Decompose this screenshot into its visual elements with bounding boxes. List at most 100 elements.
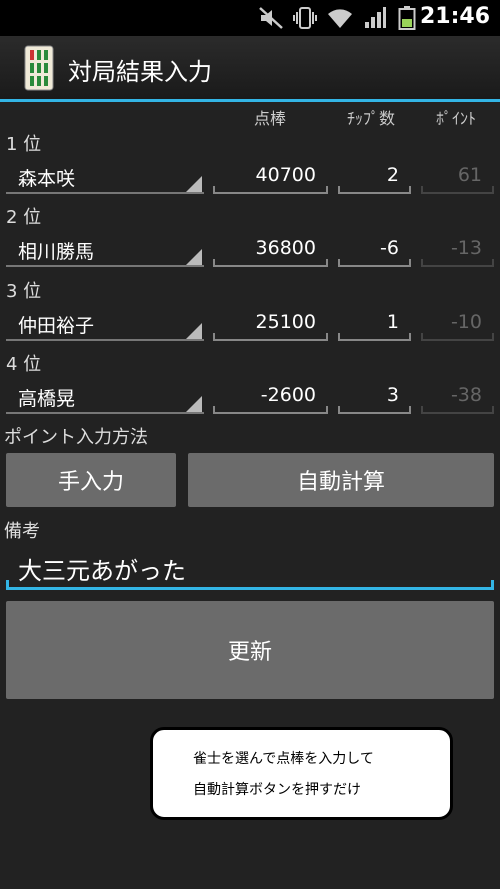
field-edge xyxy=(421,406,423,414)
score-input: -38 xyxy=(421,378,494,414)
field-underline xyxy=(213,412,328,414)
chips-value: 1 xyxy=(386,311,399,333)
rank-label: 3 位 xyxy=(6,281,42,302)
spinner-arrow-icon xyxy=(186,323,202,339)
rank-label: 1 位 xyxy=(6,134,42,155)
field-edge xyxy=(326,406,328,414)
points-input[interactable]: 40700 xyxy=(213,158,328,194)
chips-input[interactable]: 1 xyxy=(338,305,411,341)
update-button[interactable]: 更新 xyxy=(6,601,494,699)
wifi-icon xyxy=(328,9,352,28)
field-underline xyxy=(213,192,328,194)
player-select[interactable]: 高橋晃 xyxy=(6,378,204,414)
column-header-points: 点棒 xyxy=(254,109,287,128)
remarks-value: 大三元あがった xyxy=(18,557,186,585)
field-edge xyxy=(338,406,340,414)
point-method-label: ポイント入力方法 xyxy=(4,427,148,448)
balloon-line: 雀士を選んで点棒を入力して xyxy=(193,751,374,767)
speech-balloon: 雀士を選んで点棒を入力して 自動計算ボタンを押すだけ xyxy=(150,727,453,820)
field-edge xyxy=(409,333,411,341)
remarks-input[interactable]: 大三元あがった xyxy=(6,545,494,590)
score-value: 61 xyxy=(457,164,482,186)
points-value: 25100 xyxy=(255,311,316,333)
points-value: 40700 xyxy=(255,164,316,186)
field-edge xyxy=(409,259,411,267)
field-underline xyxy=(6,587,494,590)
field-edge xyxy=(492,186,494,194)
player-name: 森本咲 xyxy=(18,168,76,190)
field-underline xyxy=(213,339,328,341)
points-input[interactable]: 36800 xyxy=(213,231,328,267)
player-select[interactable]: 相川勝馬 xyxy=(6,231,204,267)
field-edge xyxy=(421,333,423,341)
field-underline xyxy=(6,412,204,414)
chips-value: -6 xyxy=(380,237,399,259)
field-edge xyxy=(6,580,9,590)
rank-label: 2 位 xyxy=(6,207,42,228)
player-select[interactable]: 森本咲 xyxy=(6,158,204,194)
balloon-line: 自動計算ボタンを押すだけ xyxy=(193,782,361,798)
field-edge xyxy=(326,259,328,267)
score-value: -13 xyxy=(450,237,482,259)
field-underline xyxy=(6,265,204,267)
chips-value: 3 xyxy=(386,384,399,406)
field-edge xyxy=(409,406,411,414)
rank-label: 4 位 xyxy=(6,354,42,375)
field-edge xyxy=(338,333,340,341)
field-edge xyxy=(409,186,411,194)
player-select[interactable]: 仲田裕子 xyxy=(6,305,204,341)
player-name: 高橋晃 xyxy=(18,388,76,410)
field-edge xyxy=(213,259,215,267)
field-edge xyxy=(421,259,423,267)
field-edge xyxy=(213,186,215,194)
field-underline xyxy=(421,265,494,267)
field-edge xyxy=(213,406,215,414)
field-underline xyxy=(338,192,411,194)
page-title: 対局結果入力 xyxy=(68,58,212,86)
field-underline xyxy=(338,265,411,267)
field-underline xyxy=(421,339,494,341)
column-header-score: ﾎﾟｲﾝﾄ xyxy=(436,109,477,128)
field-edge xyxy=(421,186,423,194)
manual-input-button[interactable]: 手入力 xyxy=(6,453,176,507)
field-underline xyxy=(421,192,494,194)
field-underline xyxy=(421,412,494,414)
field-edge xyxy=(492,406,494,414)
column-header-chips: ﾁｯﾌﾟ数 xyxy=(347,109,396,128)
battery-icon xyxy=(398,6,416,30)
mute-icon xyxy=(259,7,283,29)
status-bar: 21:46 xyxy=(0,0,500,36)
points-input[interactable]: 25100 xyxy=(213,305,328,341)
chips-value: 2 xyxy=(386,164,399,186)
points-value: 36800 xyxy=(255,237,316,259)
chips-input[interactable]: -6 xyxy=(338,231,411,267)
score-value: -10 xyxy=(450,311,482,333)
player-name: 仲田裕子 xyxy=(18,315,95,337)
points-input[interactable]: -2600 xyxy=(213,378,328,414)
vibrate-icon xyxy=(293,7,317,29)
mahjong-tile-icon xyxy=(24,45,54,91)
chips-input[interactable]: 2 xyxy=(338,158,411,194)
field-edge xyxy=(492,259,494,267)
remarks-label: 備考 xyxy=(4,521,40,542)
player-name: 相川勝馬 xyxy=(18,241,95,263)
field-edge xyxy=(338,186,340,194)
points-value: -2600 xyxy=(260,384,316,406)
field-underline xyxy=(213,265,328,267)
field-underline xyxy=(338,339,411,341)
field-edge xyxy=(213,333,215,341)
signal-icon xyxy=(365,7,386,28)
score-input: -13 xyxy=(421,231,494,267)
field-edge xyxy=(492,333,494,341)
field-edge xyxy=(326,186,328,194)
score-value: -38 xyxy=(450,384,482,406)
field-underline xyxy=(6,192,204,194)
field-edge xyxy=(338,259,340,267)
score-input: 61 xyxy=(421,158,494,194)
score-input: -10 xyxy=(421,305,494,341)
auto-calc-button[interactable]: 自動計算 xyxy=(188,453,494,507)
chips-input[interactable]: 3 xyxy=(338,378,411,414)
field-underline xyxy=(6,339,204,341)
spinner-arrow-icon xyxy=(186,249,202,265)
spinner-arrow-icon xyxy=(186,176,202,192)
